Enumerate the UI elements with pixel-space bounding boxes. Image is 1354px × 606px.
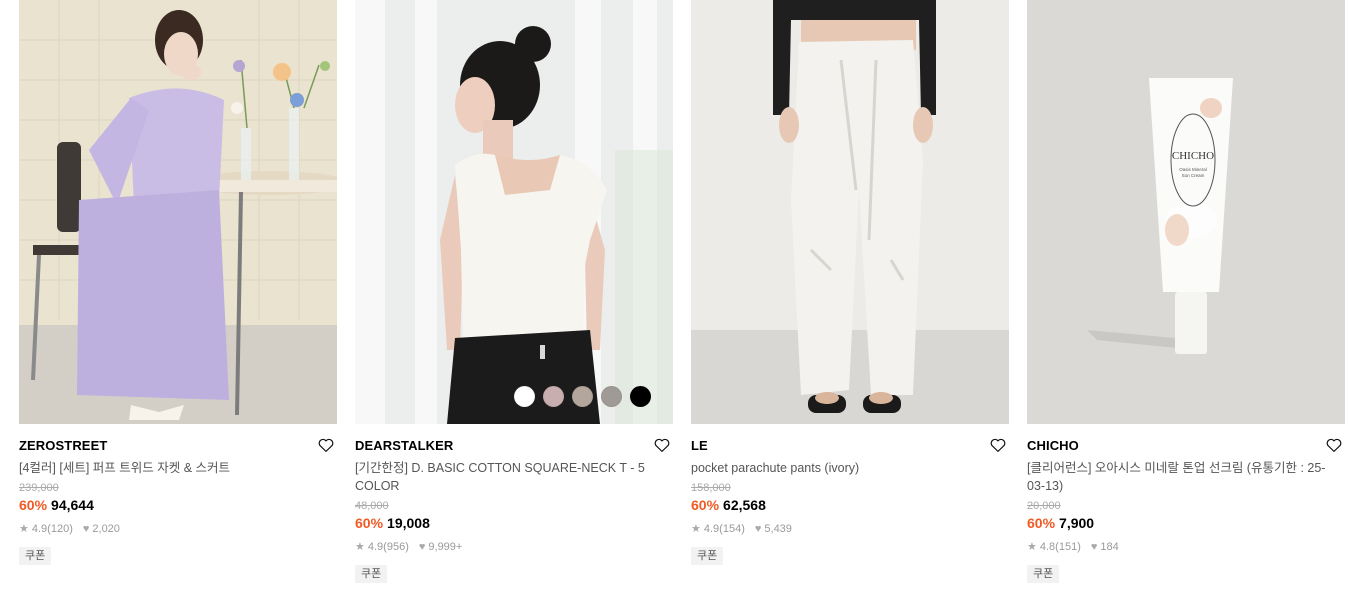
sale-price: 94,644: [51, 497, 94, 513]
tube-line1-text: Oasis Mineral: [1179, 167, 1207, 172]
product-meta: ★ 4.9 (956) ♥ 9,999+: [355, 540, 673, 554]
like-heart-icon: ♥: [82, 522, 90, 535]
review-count: (956): [383, 541, 409, 553]
sale-price: 19,008: [387, 515, 430, 531]
product-meta: ★ 4.9 (120) ♥ 2,020: [19, 522, 337, 536]
original-price: 239,000: [19, 482, 59, 494]
product-image[interactable]: [355, 0, 673, 424]
review-count: (151): [1055, 541, 1081, 553]
coupon-badge: 쿠폰: [19, 547, 52, 565]
review-count: (154): [719, 523, 745, 535]
star-icon: ★: [1027, 540, 1037, 553]
discount-rate: 60%: [691, 497, 720, 513]
like-count: 5,439: [764, 523, 792, 535]
product-meta: ★ 4.8 (151) ♥ 184: [1027, 540, 1345, 554]
ivory-parachute-pants-photo: [691, 0, 1009, 424]
discount-rate: 60%: [355, 515, 384, 531]
color-swatch[interactable]: [601, 386, 622, 407]
tube-brand-text: CHICHO: [1172, 150, 1214, 162]
product-grid: ZEROSTREET [4컬러] [세트] 퍼프 트위드 자켓 & 스커트 23…: [0, 0, 1354, 606]
product-card[interactable]: DEARSTALKER [기간한정] D. BASIC COTTON SQUAR…: [355, 0, 673, 583]
like-count: 9,999+: [428, 541, 463, 553]
product-brand[interactable]: CHICHO: [1027, 438, 1345, 454]
sun-cream-tube-photo: CHICHO Oasis Mineral Sun Cream: [1027, 0, 1345, 424]
like-heart-icon: ♥: [418, 540, 426, 553]
product-image[interactable]: CHICHO Oasis Mineral Sun Cream: [1027, 0, 1345, 424]
color-swatch[interactable]: [543, 386, 564, 407]
product-title[interactable]: pocket parachute pants (ivory): [691, 459, 1009, 477]
discount-rate: 60%: [1027, 515, 1056, 531]
product-brand[interactable]: ZEROSTREET: [19, 438, 337, 454]
like-count: 2,020: [92, 523, 120, 535]
product-image[interactable]: [19, 0, 337, 424]
original-price: 48,000: [355, 500, 389, 512]
product-image[interactable]: [691, 0, 1009, 424]
star-icon: ★: [355, 540, 365, 553]
wishlist-heart-icon[interactable]: [317, 436, 335, 454]
price-row: 60% 62,568: [691, 496, 1009, 514]
original-price: 20,000: [1027, 500, 1061, 512]
coupon-badge: 쿠폰: [355, 565, 388, 583]
like-count: 184: [1100, 541, 1119, 553]
product-brand[interactable]: LE: [691, 438, 1009, 454]
wishlist-heart-icon[interactable]: [989, 436, 1007, 454]
product-card[interactable]: LE pocket parachute pants (ivory) 158,00…: [691, 0, 1009, 565]
tube-line2-text: Sun Cream: [1182, 173, 1205, 178]
color-swatch[interactable]: [572, 386, 593, 407]
rating: 4.8: [1039, 541, 1056, 553]
product-card[interactable]: ZEROSTREET [4컬러] [세트] 퍼프 트위드 자켓 & 스커트 23…: [19, 0, 337, 565]
wishlist-heart-icon[interactable]: [1325, 436, 1343, 454]
discount-rate: 60%: [19, 497, 48, 513]
price-row: 60% 7,900: [1027, 514, 1345, 532]
product-title[interactable]: [기간한정] D. BASIC COTTON SQUARE-NECK T - 5…: [355, 459, 673, 495]
price-row: 60% 19,008: [355, 514, 673, 532]
product-title[interactable]: [4컬러] [세트] 퍼프 트위드 자켓 & 스커트: [19, 459, 337, 477]
product-card[interactable]: CHICHO Oasis Mineral Sun Cream CHICHO [클…: [1027, 0, 1345, 583]
sale-price: 62,568: [723, 497, 766, 513]
star-icon: ★: [691, 522, 701, 535]
original-price: 158,000: [691, 482, 731, 494]
product-title[interactable]: [클리어런스] 오아시스 미네랄 톤업 선크림 (유통기한 : 25-03-13…: [1027, 459, 1345, 495]
lavender-tweed-set-photo: [19, 0, 337, 424]
like-heart-icon: ♥: [1090, 540, 1098, 553]
rating: 4.9: [367, 541, 384, 553]
rating: 4.9: [703, 523, 720, 535]
price-row: 60% 94,644: [19, 496, 337, 514]
product-meta: ★ 4.9 (154) ♥ 5,439: [691, 522, 1009, 536]
coupon-badge: 쿠폰: [691, 547, 724, 565]
product-brand[interactable]: DEARSTALKER: [355, 438, 673, 454]
white-square-neck-tee-photo: [355, 0, 673, 424]
coupon-badge: 쿠폰: [1027, 565, 1060, 583]
review-count: (120): [47, 523, 73, 535]
star-icon: ★: [19, 522, 29, 535]
like-heart-icon: ♥: [754, 522, 762, 535]
color-swatch[interactable]: [630, 386, 651, 407]
rating: 4.9: [31, 523, 48, 535]
color-swatch[interactable]: [514, 386, 535, 407]
color-swatches: [514, 386, 651, 407]
sale-price: 7,900: [1059, 515, 1095, 531]
wishlist-heart-icon[interactable]: [653, 436, 671, 454]
